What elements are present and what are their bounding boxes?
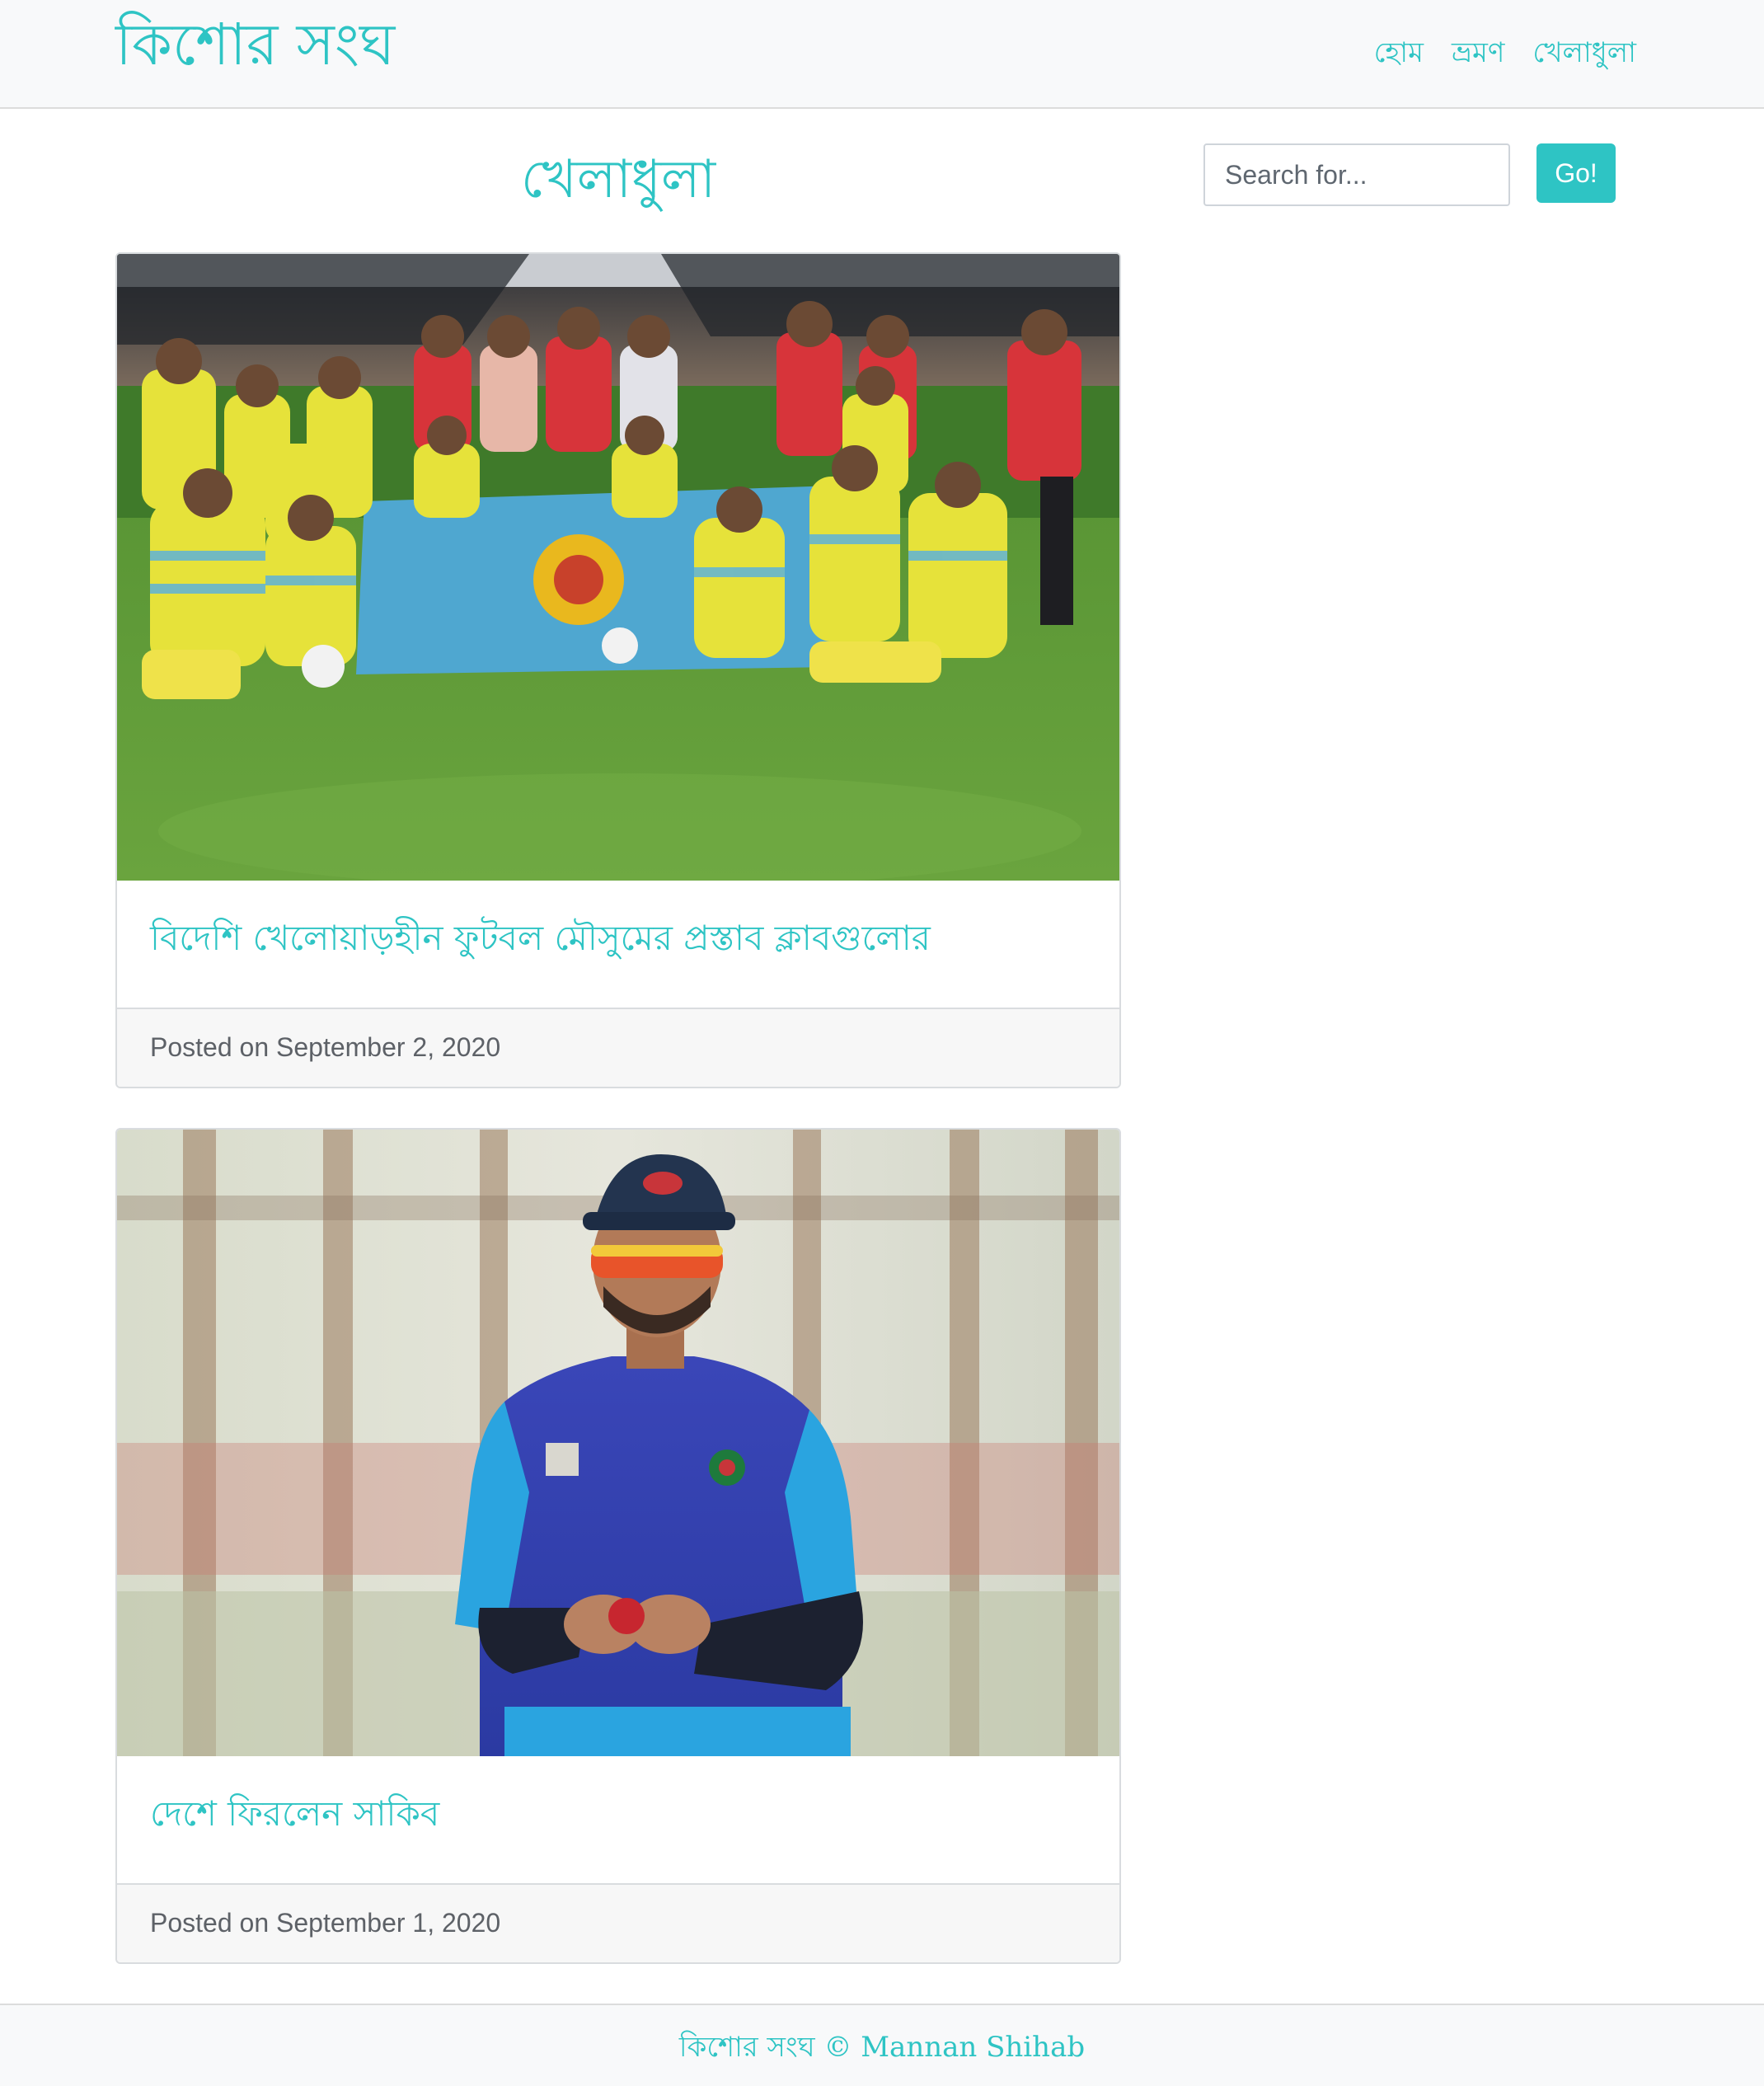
post-footer: Posted on September 2, 2020 [117, 1008, 1119, 1087]
post-date: Posted on September 1, 2020 [150, 1908, 501, 1938]
nav-link-sports[interactable]: খেলাধুলা [1532, 31, 1636, 74]
post-card: দেশে ফিরলেন সাকিব Posted on September 1,… [115, 1128, 1121, 1964]
footer-copyright: কিশোর সংঘ © Mannan Shihab [678, 2031, 1086, 2064]
search-go-button[interactable]: Go! [1536, 143, 1616, 203]
site-footer: কিশোর সংঘ © Mannan Shihab [0, 2004, 1764, 2086]
page-title: খেলাধুলা [520, 149, 716, 210]
nav-link-travel[interactable]: ভ্রমণ [1452, 31, 1504, 74]
brand-logo-link[interactable]: কিশোর সংঘ [115, 7, 395, 82]
post-date: Posted on September 2, 2020 [150, 1032, 501, 1062]
navbar: কিশোর সংঘ হোম ভ্রমণ খেলাধুলা [0, 0, 1764, 109]
nav-links: হোম ভ্রমণ খেলাধুলা [1374, 31, 1636, 74]
post-image-cricketer[interactable] [117, 1130, 1119, 1756]
post-footer: Posted on September 1, 2020 [117, 1883, 1119, 1962]
search-input[interactable] [1203, 143, 1510, 206]
post-card: বিদেশি খেলোয়াড়হীন ফুটবল মৌসুমের প্রস্ত… [115, 252, 1121, 1088]
post-title-link[interactable]: দেশে ফিরলেন সাকিব [150, 1781, 439, 1847]
nav-link-home[interactable]: হোম [1374, 31, 1424, 74]
post-image-football-team[interactable] [117, 254, 1119, 881]
post-title-link[interactable]: বিদেশি খেলোয়াড়হীন ফুটবল মৌসুমের প্রস্ত… [150, 905, 931, 971]
